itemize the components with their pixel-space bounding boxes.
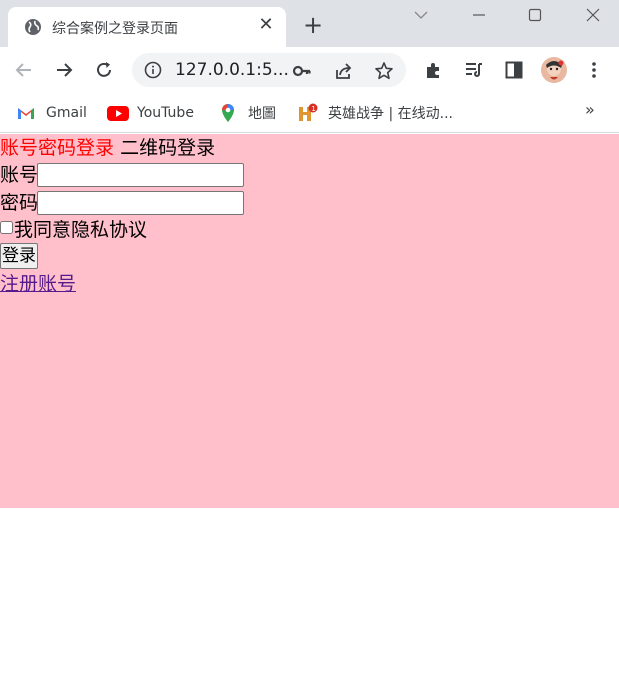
- arrow-left-icon: [15, 63, 31, 77]
- bookmark-youtube[interactable]: YouTube: [107, 102, 194, 124]
- back-button[interactable]: [10, 56, 38, 84]
- info-icon[interactable]: [144, 61, 162, 79]
- register-link[interactable]: 注册账号: [0, 272, 76, 296]
- privacy-checkbox[interactable]: [0, 221, 13, 234]
- browser-toolbar: 127.0.0.1:5...: [0, 47, 619, 93]
- login-panel: 账号密码登录 二维码登录 账号 密码 我同意隐私协议 登录 注册账号: [0, 134, 619, 508]
- address-bar[interactable]: 127.0.0.1:5...: [132, 53, 406, 87]
- url-text[interactable]: 127.0.0.1:5...: [175, 60, 289, 80]
- avatar: [541, 57, 567, 83]
- bookmarks-overflow-button[interactable]: »: [585, 100, 595, 119]
- reload-button[interactable]: [90, 56, 118, 84]
- password-row: 密码: [0, 191, 244, 215]
- bookmark-gmail[interactable]: Gmail: [16, 102, 87, 124]
- arrow-right-icon: [57, 63, 73, 77]
- browser-tab[interactable]: 综合案例之登录页面 ✕: [8, 7, 286, 47]
- tab-search-button[interactable]: [398, 0, 444, 30]
- maps-icon: [218, 103, 238, 123]
- maximize-icon: [528, 8, 542, 22]
- account-row: 账号: [0, 163, 244, 187]
- side-panel-button[interactable]: [500, 56, 528, 84]
- tab-close-icon[interactable]: ✕: [256, 15, 276, 35]
- kebab-menu-icon: [592, 62, 596, 78]
- tab-title: 综合案例之登录页面: [52, 21, 178, 37]
- password-input[interactable]: [37, 191, 244, 215]
- chevron-down-icon: [414, 11, 428, 19]
- password-label: 密码: [0, 192, 39, 214]
- minimize-button[interactable]: [456, 0, 502, 30]
- hero-war-icon: 1: [298, 103, 318, 123]
- youtube-icon: [107, 103, 129, 123]
- bookmarks-bar: Gmail YouTube 地圖 1 英雄战争 | 在线动... »: [0, 93, 619, 133]
- privacy-label[interactable]: 我同意隐私协议: [14, 219, 147, 241]
- forward-button[interactable]: [50, 56, 78, 84]
- reading-list-icon: [466, 63, 482, 77]
- tab-strip: 综合案例之登录页面 ✕ +: [0, 0, 619, 47]
- tab-qrcode-login[interactable]: 二维码登录: [120, 137, 215, 159]
- svg-text:1: 1: [311, 105, 315, 113]
- bookmark-hero-war[interactable]: 1 英雄战争 | 在线动...: [298, 102, 453, 124]
- side-panel-icon: [505, 61, 523, 79]
- maximize-button[interactable]: [512, 0, 558, 30]
- privacy-agreement: 我同意隐私协议: [0, 218, 147, 242]
- minimize-icon: [473, 14, 485, 16]
- share-icon[interactable]: [334, 61, 354, 81]
- puzzle-icon: [427, 63, 439, 78]
- tab-password-login[interactable]: 账号密码登录: [0, 137, 114, 159]
- account-label: 账号: [0, 164, 39, 186]
- close-icon: [586, 8, 600, 22]
- login-tabs: 账号密码登录 二维码登录: [0, 136, 215, 160]
- new-tab-button[interactable]: +: [300, 12, 326, 38]
- globe-icon: [24, 18, 42, 36]
- login-button[interactable]: 登录: [0, 243, 38, 269]
- bookmark-label: Gmail: [46, 105, 87, 121]
- account-input[interactable]: [37, 163, 244, 187]
- reload-icon: [97, 62, 111, 77]
- menu-button[interactable]: [580, 56, 608, 84]
- gmail-icon: [16, 103, 36, 123]
- extensions-button[interactable]: [420, 56, 448, 84]
- bookmark-maps[interactable]: 地圖: [218, 102, 276, 124]
- bookmark-label: 英雄战争 | 在线动...: [328, 106, 453, 122]
- key-icon[interactable]: [292, 61, 312, 81]
- window-close-button[interactable]: [570, 0, 616, 30]
- star-icon[interactable]: [374, 61, 394, 81]
- bookmark-label: YouTube: [137, 105, 194, 121]
- profile-button[interactable]: [540, 56, 568, 84]
- bookmark-label: 地圖: [248, 106, 276, 122]
- reading-list-button[interactable]: [460, 56, 488, 84]
- page-viewport: 账号密码登录 二维码登录 账号 密码 我同意隐私协议 登录 注册账号: [0, 134, 619, 680]
